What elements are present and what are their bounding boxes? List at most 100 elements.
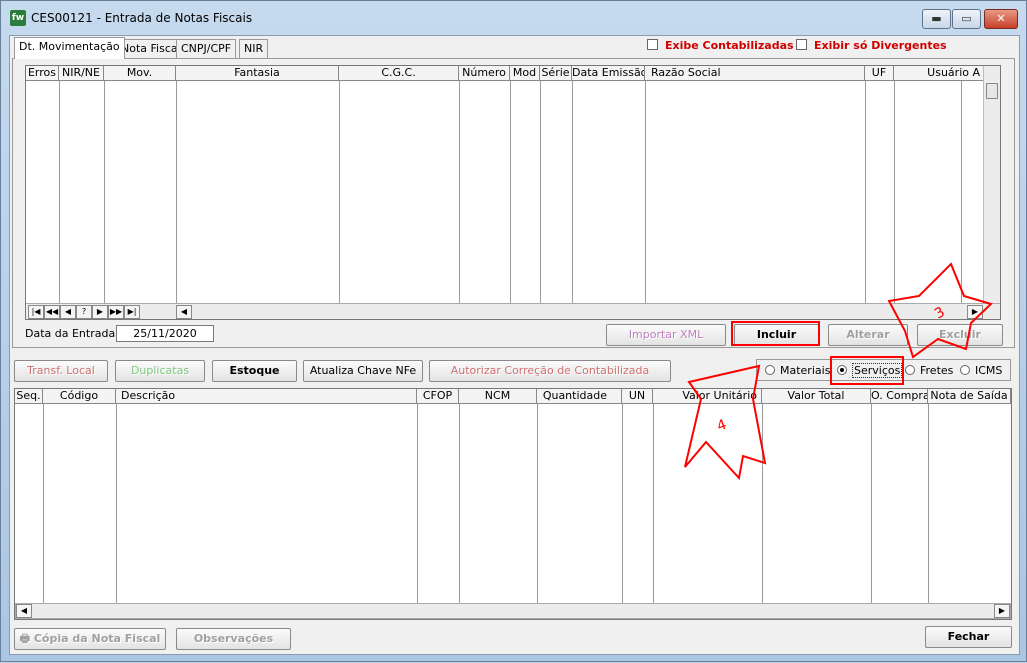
notas-grid-header: Erros NIR/NE Mov. Fantasia C.G.C. Número… bbox=[26, 66, 985, 81]
scroll-left-button[interactable]: ◀ bbox=[16, 604, 32, 618]
col-cfop[interactable]: CFOP bbox=[417, 389, 459, 404]
col-un[interactable]: UN bbox=[622, 389, 653, 404]
radio-materiais[interactable]: Materiais bbox=[765, 364, 830, 377]
column-divider bbox=[928, 404, 929, 603]
col-uf[interactable]: UF bbox=[865, 66, 894, 81]
col-quantidade[interactable]: Quantidade bbox=[537, 389, 622, 404]
observacoes-button[interactable]: Observações bbox=[176, 628, 291, 650]
radio-materiais-label: Materiais bbox=[780, 364, 831, 377]
record-navigator: |◀ ◀◀ ◀ ? ▶ ▶▶ ▶| ◀ ▶ bbox=[26, 303, 1000, 319]
column-divider bbox=[540, 81, 541, 303]
close-button[interactable]: ✕ bbox=[984, 9, 1018, 29]
column-divider bbox=[645, 81, 646, 303]
column-divider bbox=[510, 81, 511, 303]
col-ncm[interactable]: NCM bbox=[459, 389, 537, 404]
column-divider bbox=[622, 404, 623, 603]
data-entrada-field[interactable]: 25/11/2020 bbox=[116, 325, 214, 342]
itens-grid-header: Seq. Código Descrição CFOP NCM Quantidad… bbox=[15, 389, 1011, 404]
column-divider bbox=[865, 81, 866, 303]
col-erros[interactable]: Erros bbox=[26, 66, 59, 81]
nav-next-page-button[interactable]: ▶▶ bbox=[108, 305, 124, 319]
title-bar: fw CES00121 - Entrada de Notas Fiscais ▬… bbox=[1, 1, 1026, 35]
col-nota-saida[interactable]: Nota de Saída bbox=[928, 389, 1011, 404]
itens-grid[interactable]: Seq. Código Descrição CFOP NCM Quantidad… bbox=[14, 388, 1012, 620]
col-razao-social[interactable]: Razão Social bbox=[645, 66, 865, 81]
alterar-button[interactable]: Alterar bbox=[828, 324, 908, 346]
tab-dt-movimentacao[interactable]: Dt. Movimentação bbox=[14, 37, 125, 59]
col-valor-total[interactable]: Valor Total bbox=[762, 389, 871, 404]
app-icon: fw bbox=[10, 10, 26, 26]
column-divider bbox=[537, 404, 538, 603]
col-valor-unitario[interactable]: Valor Unitário bbox=[653, 389, 762, 404]
column-divider bbox=[339, 81, 340, 303]
duplicatas-button[interactable]: Duplicatas bbox=[115, 360, 205, 382]
radio-fretes[interactable]: Fretes bbox=[905, 364, 953, 377]
autorizar-correcao-button[interactable]: Autorizar Correção de Contabilizada bbox=[429, 360, 671, 382]
column-divider bbox=[894, 81, 895, 303]
notas-grid[interactable]: Erros NIR/NE Mov. Fantasia C.G.C. Número… bbox=[25, 65, 1001, 320]
exibir-divergentes-label: Exibir só Divergentes bbox=[814, 39, 947, 52]
main-window: fw CES00121 - Entrada de Notas Fiscais ▬… bbox=[0, 0, 1027, 662]
nav-prev-page-button[interactable]: ◀◀ bbox=[44, 305, 60, 319]
data-entrada-label: Data da Entrada bbox=[25, 327, 116, 340]
col-usuario[interactable]: Usuário A bbox=[894, 66, 985, 81]
nav-prev-button[interactable]: ◀ bbox=[60, 305, 76, 319]
column-divider bbox=[59, 81, 60, 303]
col-codigo[interactable]: Código bbox=[43, 389, 116, 404]
minimize-button[interactable]: ▬ bbox=[922, 9, 951, 29]
horizontal-scrollbar[interactable]: ◀ ▶ bbox=[15, 603, 1011, 619]
atualiza-chave-nfe-button[interactable]: Atualiza Chave NFe bbox=[303, 360, 423, 382]
tab-nir[interactable]: NIR bbox=[239, 39, 269, 58]
nav-last-button[interactable]: ▶| bbox=[124, 305, 140, 319]
col-mov[interactable]: Mov. bbox=[104, 66, 176, 81]
incluir-button[interactable]: Incluir bbox=[734, 324, 819, 346]
column-divider bbox=[653, 404, 654, 603]
column-divider bbox=[43, 404, 44, 603]
col-seq[interactable]: Seq. bbox=[15, 389, 43, 404]
importar-xml-button[interactable]: Importar XML bbox=[606, 324, 726, 346]
column-divider bbox=[459, 81, 460, 303]
nav-first-button[interactable]: |◀ bbox=[28, 305, 44, 319]
scroll-right-button[interactable]: ▶ bbox=[994, 604, 1010, 618]
col-fantasia[interactable]: Fantasia bbox=[176, 66, 339, 81]
transf-local-button[interactable]: Transf. Local bbox=[14, 360, 108, 382]
exibe-contabilizadas-label: Exibe Contabilizadas bbox=[665, 39, 794, 52]
tab-panel: Erros NIR/NE Mov. Fantasia C.G.C. Número… bbox=[12, 58, 1015, 348]
checkbox-icon bbox=[647, 39, 658, 50]
excluir-button[interactable]: Excluir bbox=[917, 324, 1003, 346]
col-o-compra[interactable]: O. Compra bbox=[871, 389, 928, 404]
radio-icms[interactable]: ICMS bbox=[960, 364, 1002, 377]
copia-nota-fiscal-button[interactable]: 🖶 Cópia da Nota Fiscal bbox=[14, 628, 166, 650]
col-descricao[interactable]: Descrição bbox=[116, 389, 417, 404]
window-title: CES00121 - Entrada de Notas Fiscais bbox=[31, 11, 253, 25]
nav-next-button[interactable]: ▶ bbox=[92, 305, 108, 319]
tab-cnpj-cpf[interactable]: CNPJ/CPF bbox=[176, 39, 237, 58]
printer-icon: 🖶 bbox=[19, 632, 34, 645]
radio-fretes-label: Fretes bbox=[920, 364, 954, 377]
exibir-divergentes-checkbox[interactable]: Exibir só Divergentes bbox=[796, 39, 947, 52]
column-divider bbox=[871, 404, 872, 603]
scroll-left-button[interactable]: ◀ bbox=[176, 305, 192, 319]
col-nir-ne[interactable]: NIR/NE bbox=[59, 66, 104, 81]
col-numero[interactable]: Número bbox=[459, 66, 510, 81]
radio-selected-icon bbox=[837, 365, 847, 375]
exibe-contabilizadas-checkbox[interactable]: Exibe Contabilizadas bbox=[647, 39, 794, 52]
col-serie[interactable]: Série bbox=[540, 66, 572, 81]
vertical-scrollbar[interactable] bbox=[983, 66, 1000, 304]
fechar-button[interactable]: Fechar bbox=[925, 626, 1012, 648]
scroll-right-button[interactable]: ▶ bbox=[967, 305, 983, 319]
col-data-emissao[interactable]: Data Emissão bbox=[572, 66, 645, 81]
col-mod[interactable]: Mod bbox=[510, 66, 540, 81]
radio-icon bbox=[905, 365, 915, 375]
tipo-nota-radio-group: Materiais Serviços Fretes ICMS bbox=[756, 359, 1011, 381]
checkbox-icon bbox=[796, 39, 807, 50]
radio-servicos[interactable]: Serviços bbox=[837, 363, 903, 378]
nav-help-button[interactable]: ? bbox=[76, 305, 92, 319]
scroll-thumb[interactable] bbox=[986, 83, 998, 99]
column-divider bbox=[762, 404, 763, 603]
estoque-button[interactable]: Estoque bbox=[212, 360, 297, 382]
col-cgc[interactable]: C.G.C. bbox=[339, 66, 459, 81]
maximize-button[interactable]: ▭ bbox=[952, 9, 981, 29]
column-divider bbox=[417, 404, 418, 603]
radio-servicos-label: Serviços bbox=[852, 363, 903, 378]
